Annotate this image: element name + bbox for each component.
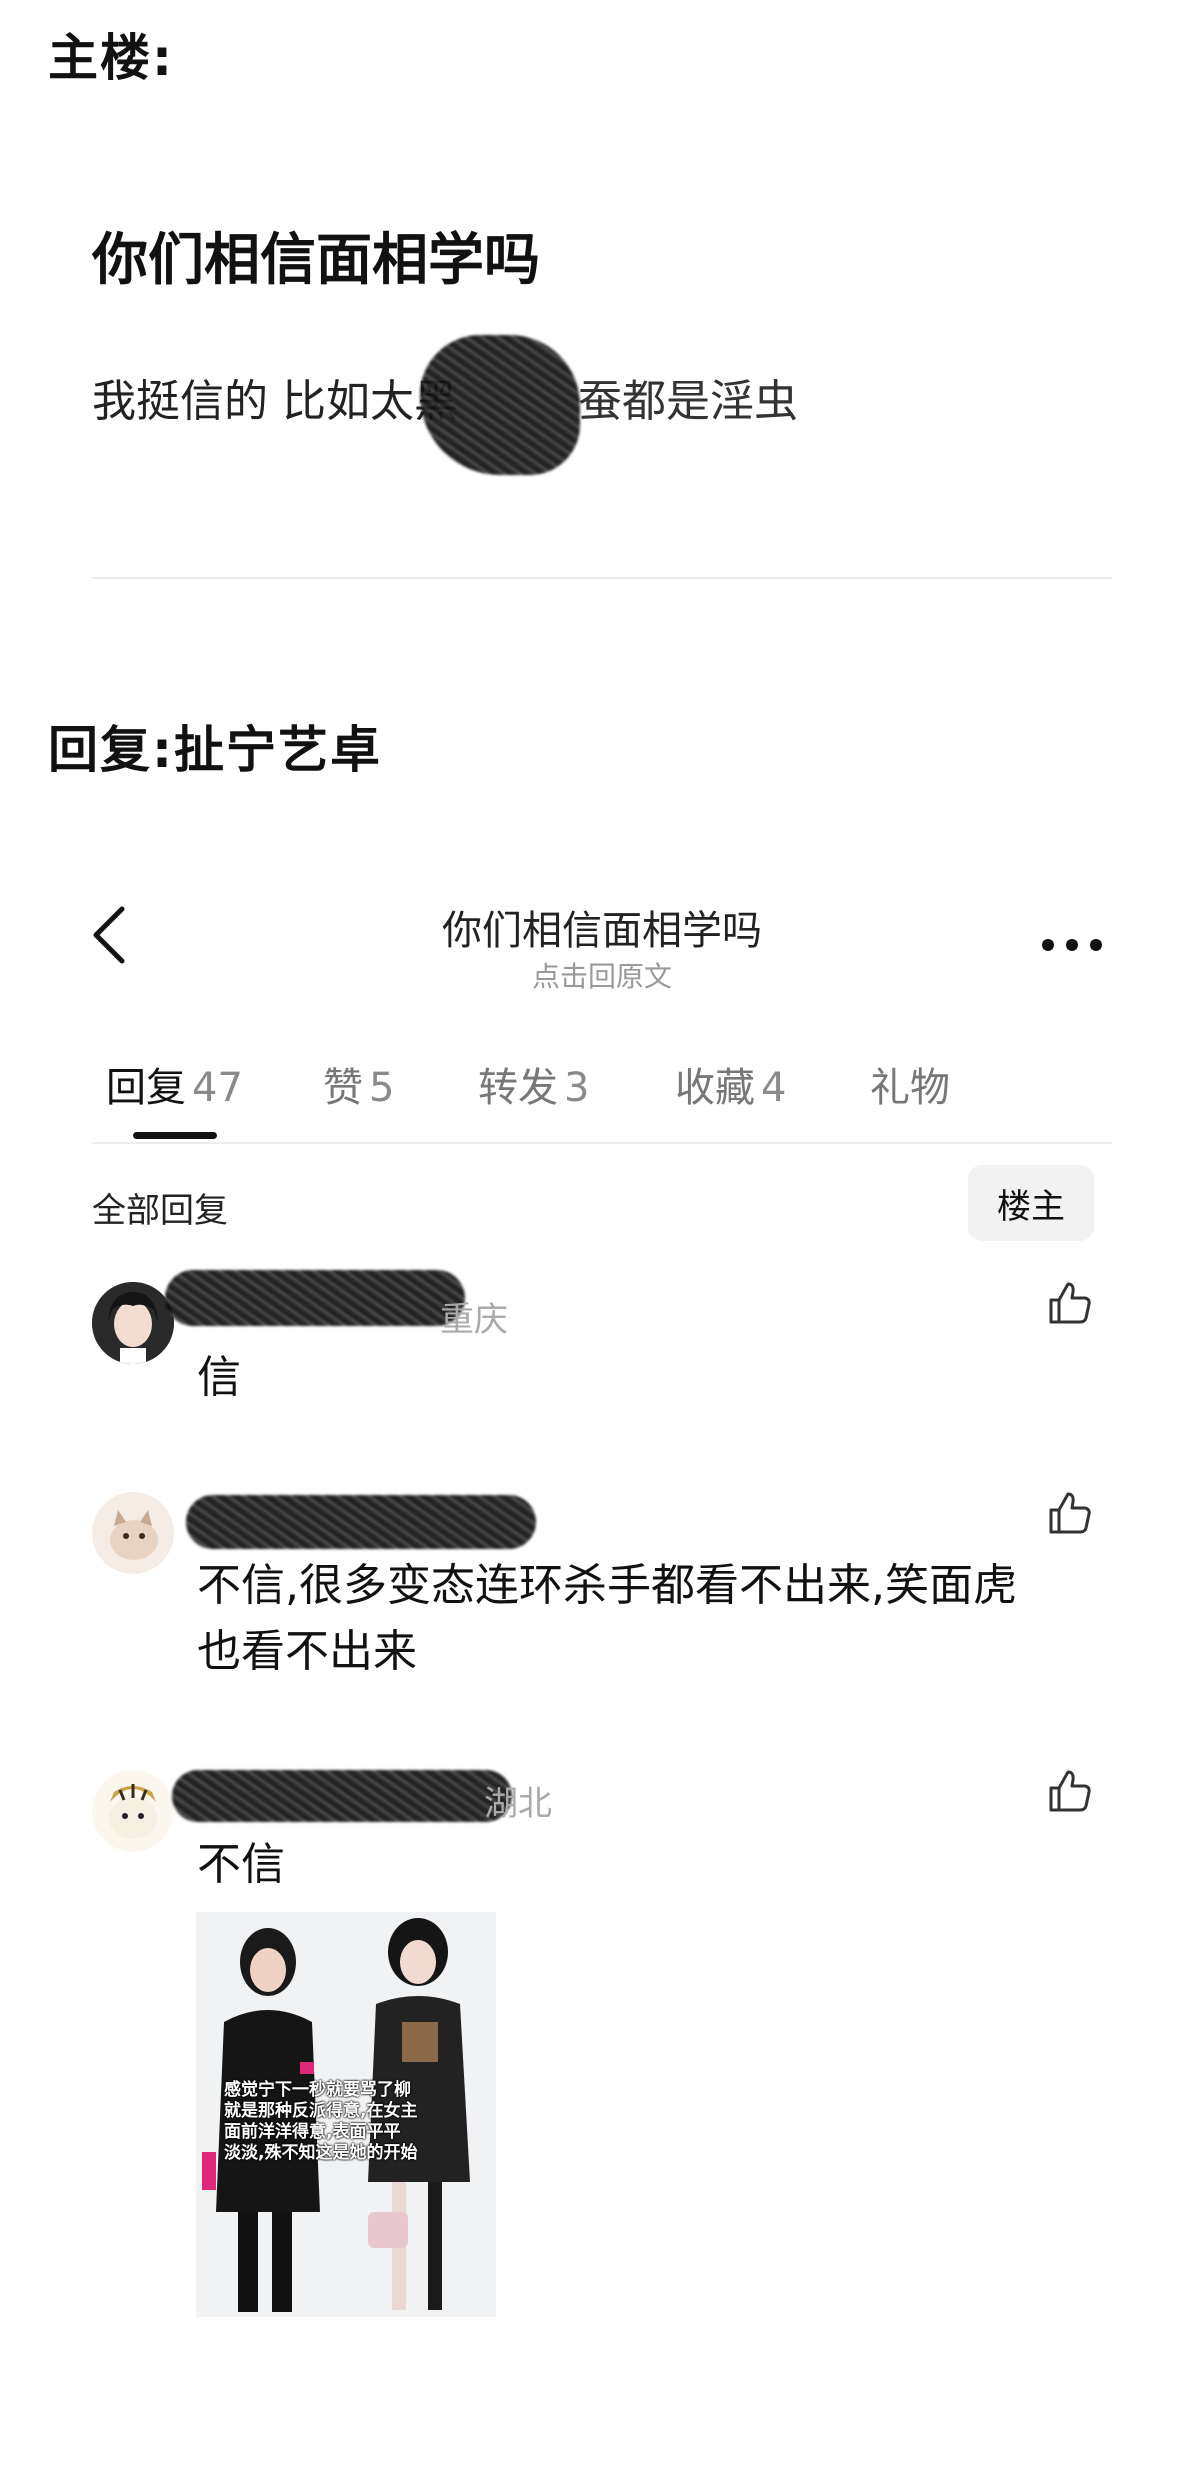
back-button[interactable] <box>90 905 130 969</box>
tab-likes-count: 5 <box>369 1065 395 1111</box>
like-button[interactable] <box>1047 1490 1093 1536</box>
tab-gifts-label: 礼物 <box>870 1065 950 1111</box>
tab-reposts-label: 转发 <box>478 1065 558 1111</box>
main-post-label: 主楼: <box>48 29 174 87</box>
nav-title: 你们相信面相学吗 <box>442 908 762 954</box>
tabs-divider <box>92 1142 1112 1144</box>
comment-text: 信 <box>197 1352 241 1403</box>
thumbs-up-icon <box>1049 1492 1091 1534</box>
image-caption-line: 就是那种反派得意,在女主 <box>224 2101 418 2121</box>
tab-replies-label: 回复 <box>106 1065 186 1111</box>
comment-location: 重庆 <box>440 1300 508 1340</box>
tab-gifts[interactable]: 礼物 <box>870 1055 950 1113</box>
avatar-cat-icon <box>92 1492 174 1574</box>
image-caption: 感觉宁下一秒就要骂了柳 就是那种反派得意,在女主 面前洋洋得意,表面平平 淡淡,… <box>224 2080 494 2164</box>
back-to-original-link[interactable]: 点击回原文 <box>300 955 904 995</box>
post-divider <box>92 577 1112 579</box>
tab-likes[interactable]: 赞5 <box>323 1055 394 1113</box>
like-button[interactable] <box>1047 1280 1093 1326</box>
back-arrow-icon <box>93 906 125 964</box>
image-caption-line: 面前洋洋得意,表面平平 <box>224 2122 401 2142</box>
more-dots-icon <box>1042 939 1102 951</box>
tab-replies[interactable]: 回复 47 <box>106 1055 243 1113</box>
comment-location: 湖北 <box>484 1784 552 1824</box>
redacted-username <box>186 1495 536 1549</box>
comment-text-line: 也看不出来 <box>197 1626 417 1677</box>
owner-only-button[interactable]: 楼主 <box>968 1165 1094 1241</box>
avatar[interactable] <box>92 1492 174 1574</box>
like-button[interactable] <box>1047 1768 1093 1814</box>
post-body-prefix: 我挺信的 比如太黑 <box>92 376 458 427</box>
tab-reposts[interactable]: 转发 3 <box>478 1055 589 1113</box>
post-body-suffix: 蚕都是淫虫 <box>578 376 798 427</box>
post-title: 你们相信面相学吗 <box>92 228 540 293</box>
avatar-tiger-cat-icon <box>92 1770 174 1852</box>
tab-replies-count: 47 <box>192 1065 243 1111</box>
tab-favorites[interactable]: 收藏 4 <box>675 1055 786 1113</box>
redacted-username <box>172 1770 512 1822</box>
tab-favorites-label: 收藏 <box>675 1065 755 1111</box>
comment-image[interactable]: 感觉宁下一秒就要骂了柳 就是那种反派得意,在女主 面前洋洋得意,表面平平 淡淡,… <box>196 1912 496 2317</box>
thumbs-up-icon <box>1049 1770 1091 1812</box>
tab-likes-label: 赞 <box>323 1065 363 1111</box>
comment-text: 不信 <box>197 1839 285 1890</box>
tab-favorites-count: 4 <box>761 1065 787 1111</box>
redaction-scribble <box>420 335 580 475</box>
comment-text-line: 不信,很多变态连环杀手都看不出来,笑面虎 <box>197 1560 1017 1611</box>
active-tab-underline <box>133 1132 217 1139</box>
tab-reposts-count: 3 <box>564 1065 590 1111</box>
comment-text: 不信,很多变态连环杀手都看不出来,笑面虎 也看不出来 <box>197 1553 1017 1685</box>
more-button[interactable] <box>1040 935 1104 959</box>
avatar-girl-icon <box>92 1282 174 1364</box>
image-caption-line: 感觉宁下一秒就要骂了柳 <box>224 2080 411 2100</box>
avatar[interactable] <box>92 1282 174 1364</box>
thumbs-up-icon <box>1049 1282 1091 1324</box>
reply-label: 回复:扯宁艺卓 <box>48 721 382 779</box>
avatar[interactable] <box>92 1770 174 1852</box>
redacted-username <box>165 1270 465 1326</box>
all-replies-label: 全部回复 <box>92 1191 228 1231</box>
image-caption-line: 淡淡,殊不知这是她的开始 <box>224 2143 418 2163</box>
